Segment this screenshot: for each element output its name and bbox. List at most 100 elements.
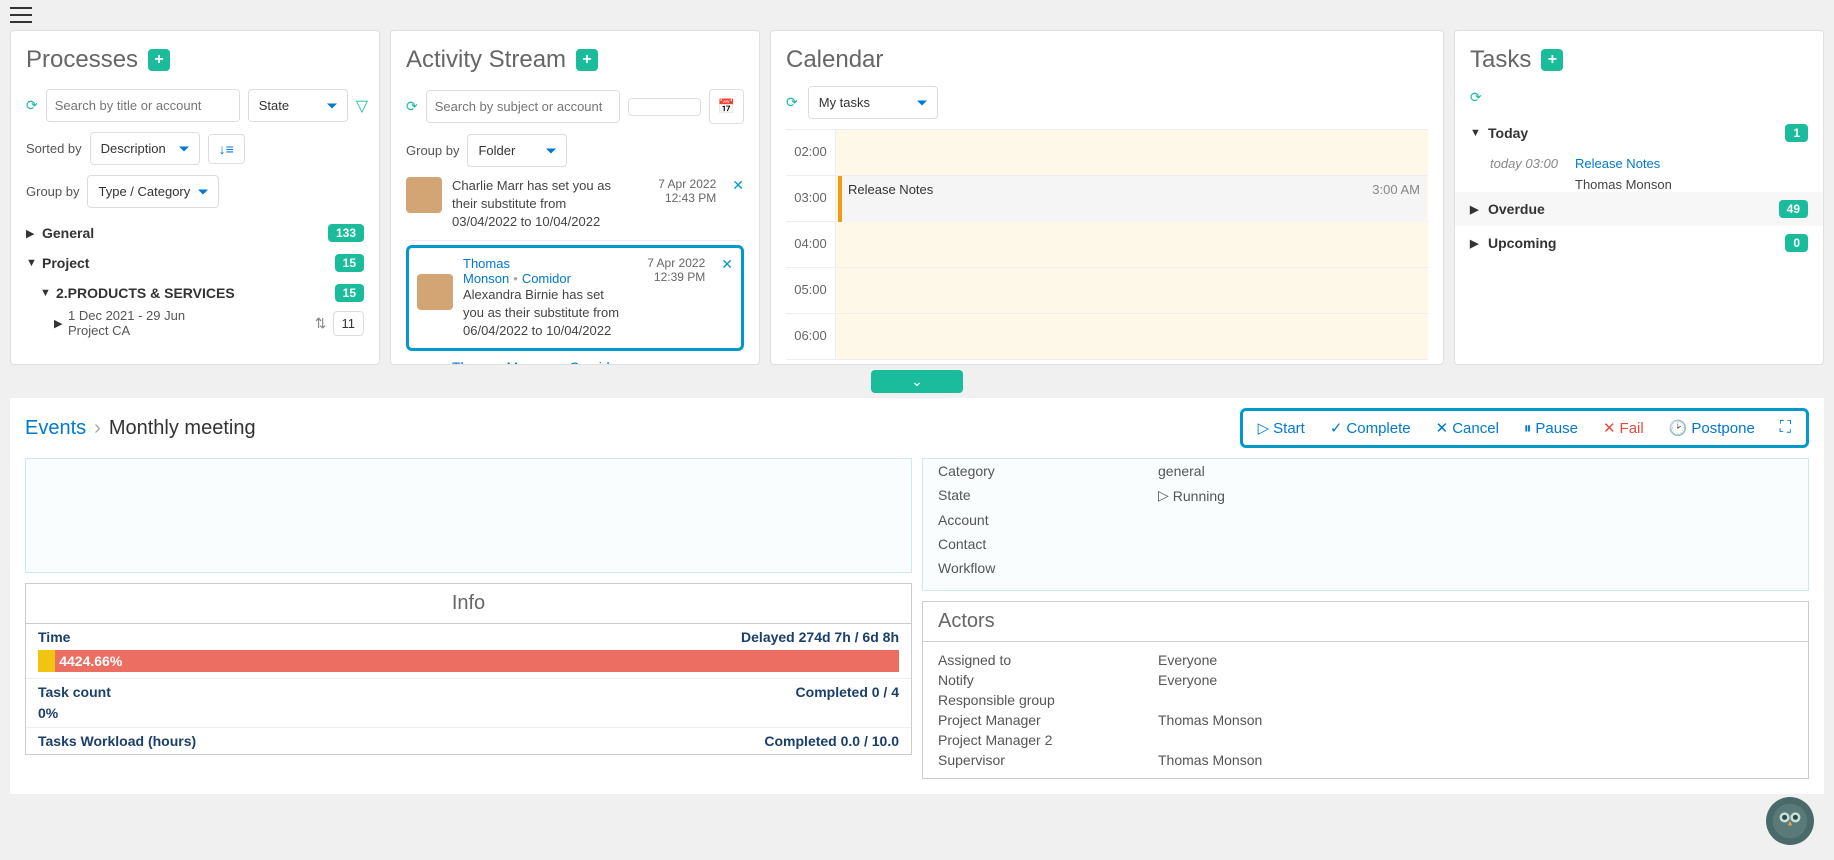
- app-link[interactable]: Comidor: [569, 359, 622, 365]
- cal-hour-label: 05:00: [786, 268, 836, 313]
- task-row[interactable]: today 03:00 Release Notes: [1470, 150, 1808, 177]
- close-icon: ✕: [1603, 419, 1616, 437]
- count-badge: 0: [1785, 234, 1808, 252]
- play-icon: ▷: [1158, 487, 1169, 504]
- complete-button[interactable]: ✓Complete: [1330, 419, 1411, 437]
- chevron-down-icon: ▼: [1470, 127, 1480, 139]
- date-range: 1 Dec 2021 - 29 Jun: [68, 308, 185, 323]
- count-badge: 1: [1785, 124, 1808, 142]
- refresh-icon[interactable]: ⟳: [786, 94, 798, 111]
- detail-area: Events › Monthly meeting ▷Start ✓Complet…: [10, 398, 1824, 794]
- truncated-item: Project CA: [68, 323, 185, 338]
- actions-bar: ▷Start ✓Complete ✕Cancel ⏸Pause ✕Fail 🕑P…: [1240, 408, 1809, 448]
- task-link[interactable]: Release Notes: [1575, 156, 1660, 171]
- cancel-button[interactable]: ✕Cancel: [1436, 419, 1499, 437]
- calendar-title: Calendar: [786, 46, 883, 74]
- refresh-icon[interactable]: ⟳: [1470, 89, 1482, 106]
- group-by-label: Group by: [26, 184, 79, 199]
- task-person: Thomas Monson: [1470, 177, 1808, 192]
- cal-hour-label: 03:00: [786, 176, 836, 221]
- count-input[interactable]: 11: [333, 311, 365, 336]
- chevron-down-icon: ▼: [26, 257, 36, 269]
- tasks-title: Tasks: [1470, 46, 1531, 74]
- breadcrumb-current: Monthly meeting: [109, 417, 256, 440]
- count-badge: 15: [335, 254, 364, 272]
- activity-search-input[interactable]: [426, 90, 620, 123]
- breadcrumb: Events › Monthly meeting: [25, 417, 256, 440]
- tree-item-general[interactable]: ▶General 133: [26, 218, 364, 248]
- add-task-button[interactable]: +: [1541, 49, 1563, 71]
- user-link[interactable]: Thomas Monson: [463, 256, 510, 286]
- activity-panel: Activity Stream + ⟳ 📅 Group by Folder Ch…: [390, 30, 760, 365]
- chevron-down-icon: ▼: [40, 287, 50, 299]
- group-select[interactable]: Type / Category: [87, 175, 219, 208]
- calendar-icon[interactable]: 📅: [709, 89, 744, 124]
- filter-icon[interactable]: ▽: [356, 96, 368, 116]
- user-link[interactable]: Thomas Monson: [452, 359, 556, 365]
- tree-item-products[interactable]: ▼2.PRODUCTS & SERVICES 15: [26, 278, 364, 308]
- add-process-button[interactable]: +: [148, 49, 170, 71]
- info-card: Info Time Delayed 274d 7h / 6d 8h 4424.6…: [25, 583, 912, 755]
- cal-hour-label: 06:00: [786, 314, 836, 359]
- sort-direction-button[interactable]: ↓≡: [208, 134, 245, 164]
- calendar-view-select[interactable]: My tasks: [808, 86, 938, 119]
- chevron-right-icon: ▶: [1470, 203, 1480, 216]
- app-link[interactable]: Comidor: [522, 271, 571, 286]
- task-section-today[interactable]: ▼Today 1: [1470, 116, 1808, 150]
- cal-hour-label: 02:00: [786, 130, 836, 175]
- task-section-upcoming[interactable]: ▶Upcoming 0: [1470, 226, 1808, 260]
- tree-item-project[interactable]: ▼Project 15: [26, 248, 364, 278]
- count-badge: 49: [1779, 200, 1808, 218]
- sort-select[interactable]: Description: [90, 132, 200, 165]
- pause-button[interactable]: ⏸Pause: [1524, 420, 1578, 437]
- state-select[interactable]: State: [248, 89, 348, 122]
- close-icon[interactable]: ✕: [721, 256, 733, 341]
- count-badge: 15: [335, 284, 364, 302]
- activity-item[interactable]: Charlie Marr has set you as their substi…: [406, 169, 744, 241]
- actors-title: Actors: [923, 602, 1808, 642]
- collapse-button[interactable]: ⌄: [871, 370, 963, 393]
- meta-box: Categorygeneral State▷Running Account Co…: [922, 458, 1809, 591]
- actors-card: Actors Assigned toEveryone NotifyEveryon…: [922, 601, 1809, 779]
- play-icon: ▷: [1258, 419, 1270, 437]
- pause-icon: ⏸: [1524, 420, 1532, 437]
- check-icon: ✓: [1330, 419, 1343, 437]
- refresh-icon[interactable]: ⟳: [406, 98, 418, 115]
- close-icon: ✕: [1436, 419, 1449, 437]
- avatar: [417, 274, 453, 310]
- drag-icon[interactable]: ⇅: [315, 315, 327, 332]
- chevron-right-icon: ▶: [1470, 237, 1480, 250]
- sorted-by-label: Sorted by: [26, 141, 82, 156]
- cal-hour-label: 04:00: [786, 222, 836, 267]
- folder-select[interactable]: Folder: [467, 134, 567, 167]
- task-section-overdue[interactable]: ▶Overdue 49: [1455, 192, 1823, 226]
- chevron-right-icon: ▶: [54, 317, 64, 330]
- start-button[interactable]: ▷Start: [1258, 419, 1305, 437]
- progress-bar: 4424.66%: [38, 650, 899, 672]
- avatar: [406, 177, 442, 213]
- add-activity-button[interactable]: +: [576, 49, 598, 71]
- group-by-label: Group by: [406, 143, 459, 158]
- fullscreen-icon[interactable]: ⛶: [1780, 419, 1791, 437]
- calendar-panel: Calendar ⟳ My tasks 02:00 03:00 Release …: [770, 30, 1444, 365]
- activity-item-highlighted[interactable]: Thomas Monson•Comidor Alexandra Birnie h…: [406, 245, 744, 352]
- chevron-right-icon: ›: [94, 417, 101, 440]
- breadcrumb-root-link[interactable]: Events: [25, 417, 86, 440]
- refresh-icon[interactable]: ⟳: [26, 97, 38, 114]
- fail-button[interactable]: ✕Fail: [1603, 419, 1644, 437]
- info-title: Info: [26, 584, 911, 624]
- tasks-panel: Tasks + ⟳ ▼Today 1 today 03:00 Release N…: [1454, 30, 1824, 365]
- chat-bubble[interactable]: [1766, 797, 1814, 845]
- chevron-right-icon: ▶: [26, 227, 36, 240]
- processes-title: Processes: [26, 46, 138, 74]
- postpone-button[interactable]: 🕑Postpone: [1669, 419, 1755, 437]
- close-icon[interactable]: ✕: [732, 177, 744, 232]
- activity-title: Activity Stream: [406, 46, 566, 74]
- hamburger-menu[interactable]: [10, 7, 32, 23]
- owl-icon: [1772, 803, 1808, 839]
- calendar-grid: 02:00 03:00 Release Notes 3:00 AM 04:00 …: [786, 129, 1428, 360]
- clock-icon: 🕑: [1669, 419, 1688, 437]
- process-search-input[interactable]: [46, 89, 240, 122]
- processes-panel: Processes + ⟳ State ▽ Sorted by Descript…: [10, 30, 380, 365]
- extra-select[interactable]: [628, 98, 701, 116]
